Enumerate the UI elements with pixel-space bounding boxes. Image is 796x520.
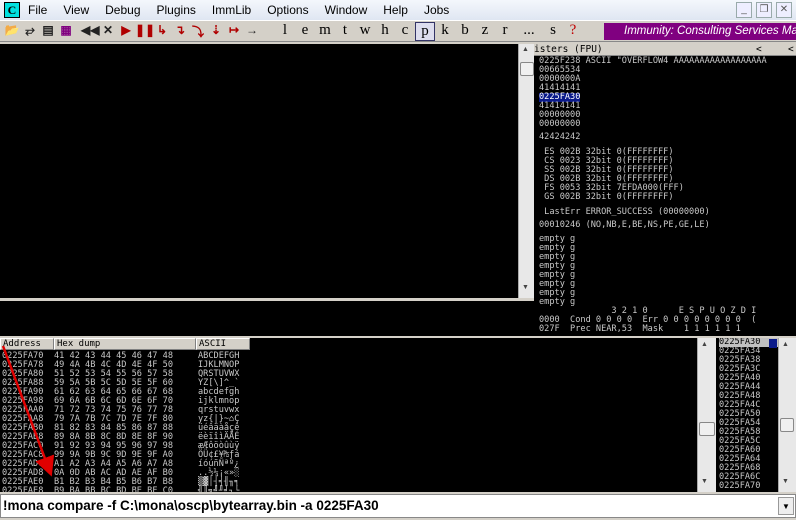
menu-jobs[interactable]: Jobs <box>424 3 449 17</box>
toolbar-window-c-button[interactable]: c <box>395 22 415 41</box>
last-error: LastErr ERROR_SUCCESS (00000000) <box>539 207 710 217</box>
fpu-register: empty g <box>539 243 576 253</box>
menu-help[interactable]: Help <box>383 3 408 17</box>
trace-over-icon[interactable]: ⇣ <box>207 23 225 40</box>
fpu-register: empty g <box>539 279 576 289</box>
toolbar-window-k-button[interactable]: k <box>435 22 455 41</box>
list-icon[interactable]: ▤ <box>39 23 57 40</box>
open-folder-icon[interactable]: 📂 <box>3 23 21 40</box>
close-icon[interactable]: ✕ <box>99 23 117 40</box>
fpu-register: empty g <box>539 252 576 262</box>
close-button[interactable]: ✕ <box>776 2 792 18</box>
trace-into-icon[interactable]: ⤵ <box>189 23 207 40</box>
pause-icon[interactable]: ❚❚ <box>135 23 155 40</box>
toolbar-window-r-button[interactable]: r <box>495 22 515 41</box>
stack-address[interactable]: 0225FA70 <box>719 482 778 491</box>
toolbar-window-more-button[interactable]: ... <box>515 22 543 41</box>
grid-icon[interactable]: ▦ <box>57 23 75 40</box>
toolbar-window-z-button[interactable]: z <box>475 22 495 41</box>
step-over-icon[interactable]: ↴ <box>171 23 189 40</box>
menu-window[interactable]: Window <box>325 3 368 17</box>
dump-scrollbar[interactable]: ▲ ▼ <box>697 338 716 492</box>
rewind-icon[interactable]: ◀◀ <box>81 23 99 40</box>
column-header-ascii[interactable]: ASCII <box>196 338 250 350</box>
toolbar: 📂 ⥂ ▤ ▦ ◀◀ ✕ ▶ ❚❚ ↳ ↴ ⤵ ⇣ ↦ → l e m t w h c p k b z r... s? Immun… <box>0 20 796 42</box>
minimize-button[interactable]: _ <box>736 2 752 18</box>
menu-plugins[interactable]: Plugins <box>157 3 196 17</box>
restore-button[interactable]: ❐ <box>756 2 772 18</box>
execute-till-return-icon[interactable]: ↦ <box>225 23 243 40</box>
fpu-register: empty g <box>539 261 576 271</box>
toolbar-window-m-button[interactable]: m <box>315 22 335 41</box>
toolbar-window-s-button[interactable]: s <box>543 22 563 41</box>
toolbar-window-t-button[interactable]: t <box>335 22 355 41</box>
disassembly-pane[interactable] <box>0 44 518 298</box>
dump-ascii: ╣║╗╝╜╛┐└ <box>198 486 240 493</box>
nav-left-button[interactable]: < <box>756 44 762 56</box>
menu-view[interactable]: View <box>63 3 89 17</box>
menu-options[interactable]: Options <box>267 3 308 17</box>
register-eip: 42424242 <box>539 132 581 142</box>
step-into-icon[interactable]: ↳ <box>153 23 171 40</box>
toolbar-window-w-button[interactable]: w <box>355 22 375 41</box>
command-input[interactable]: !mona compare -f C:\mona\oscp\bytearray.… <box>0 494 796 518</box>
menu-file[interactable]: File <box>28 3 47 17</box>
registers-title: isters (FPU) <box>534 44 603 55</box>
info-pane <box>0 301 534 336</box>
register-value: 00000000 <box>539 119 581 129</box>
banner: Immunity: Consulting Services Manager <box>604 23 796 40</box>
menu-debug[interactable]: Debug <box>105 3 140 17</box>
segment-register: GS 002B 32bit 0(FFFFFFFF) <box>539 192 674 202</box>
registers-pane[interactable]: 0225F238 ASCII "OVERFLOW4 AAAAAAAAAAAAAA… <box>534 56 796 336</box>
toolbar-window-l-button[interactable]: l <box>275 22 295 41</box>
registers-scrollbar[interactable]: ▲ ▼ <box>518 44 534 298</box>
toolbar-window-help-button[interactable]: ? <box>563 22 583 41</box>
toolbar-window-p-button[interactable]: p <box>415 21 435 41</box>
toolbar-window-h-button[interactable]: h <box>375 22 395 41</box>
dump-pane[interactable]: Address Hex dump ASCII 0225FA70 41 42 43 … <box>0 338 697 492</box>
eflags: 00010246 (NO,NB,E,BE,NS,PE,GE,LE) <box>539 220 710 230</box>
run-icon[interactable]: ▶ <box>117 23 135 40</box>
window-controls: _ ❐ ✕ <box>732 2 792 18</box>
menu-immlib[interactable]: ImmLib <box>212 3 251 17</box>
restart-icon[interactable]: ⥂ <box>21 23 39 40</box>
fpu-status: 027F Prec NEAR,53 Mask 1 1 1 1 1 1 <box>539 324 741 334</box>
nav-left-button-2[interactable]: < <box>788 44 794 56</box>
toolbar-window-e-button[interactable]: e <box>295 22 315 41</box>
stack-pane[interactable]: 0225FA30 0225FA34 0225FA38 0225FA3C 0225FA40… <box>716 338 778 492</box>
toolbar-window-b-button[interactable]: b <box>455 22 475 41</box>
fpu-register: empty g <box>539 270 576 280</box>
stack-scrollbar[interactable]: ▲ ▼ <box>778 338 796 492</box>
menu-bar: C File View Debug Plugins ImmLib Options Windo… <box>0 0 796 20</box>
fpu-register: empty g <box>539 234 576 244</box>
goto-icon[interactable]: → <box>243 23 261 40</box>
command-dropdown-button[interactable]: ▼ <box>778 497 794 515</box>
app-icon[interactable]: C <box>4 2 20 18</box>
stack-selection-marker <box>769 339 777 348</box>
registers-header: isters (FPU) < < <box>534 44 796 56</box>
red-arrow-annotation <box>1 345 55 477</box>
fpu-register: empty g <box>539 288 576 298</box>
